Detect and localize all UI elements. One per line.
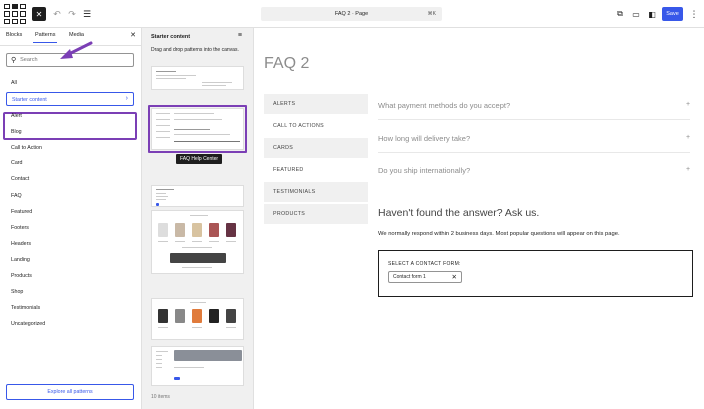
- annotation-highlight-box: [3, 112, 137, 140]
- contact-form-block[interactable]: SELECT A CONTACT FORM: Contact form 1 ✕: [378, 250, 693, 297]
- category-testimonials[interactable]: Testimonials: [11, 305, 40, 311]
- document-title: FAQ 2 · Page: [334, 11, 369, 17]
- pattern-count: 10 items: [151, 394, 170, 400]
- document-bar[interactable]: FAQ 2 · Page ⌘K: [261, 7, 442, 21]
- tab-patterns[interactable]: Patterns: [32, 32, 59, 43]
- undo-icon[interactable]: ↶: [50, 7, 64, 21]
- contact-form-value: Contact form 1: [393, 274, 426, 280]
- cta-heading[interactable]: Haven't found the answer? Ask us.: [378, 207, 539, 219]
- patterns-description: Drag and drop patterns into the canvas.: [151, 47, 239, 53]
- category-products[interactable]: Products: [11, 273, 32, 279]
- faq-nav-item[interactable]: CALL TO ACTIONS: [264, 116, 368, 136]
- category-shop[interactable]: Shop: [11, 289, 23, 295]
- patterns-list-panel: Starter content ≡ Drag and drop patterns…: [142, 28, 254, 409]
- clear-icon[interactable]: ✕: [452, 273, 457, 281]
- plus-icon[interactable]: +: [686, 101, 690, 108]
- pattern-preview-landing[interactable]: [151, 346, 244, 386]
- category-featured[interactable]: Featured: [11, 209, 32, 215]
- category-blog[interactable]: Blog: [11, 129, 22, 135]
- redo-icon[interactable]: ↷: [65, 7, 79, 21]
- block-inserter-panel: Blocks Patterns Media ✕ ⚲ All Starter co…: [0, 28, 142, 409]
- site-logo-icon[interactable]: [2, 2, 26, 26]
- plus-icon[interactable]: +: [686, 166, 690, 173]
- view-page-icon[interactable]: ⧉: [614, 7, 626, 21]
- category-call-to-action[interactable]: Call to Action: [11, 145, 42, 151]
- list-view-icon[interactable]: ☰: [80, 7, 94, 21]
- cta-paragraph[interactable]: We normally respond within 2 business da…: [378, 231, 620, 237]
- search-icon: ⚲: [11, 57, 17, 64]
- category-alert[interactable]: Alert: [11, 113, 22, 119]
- annotation-highlight-box: [148, 105, 247, 153]
- category-all[interactable]: All: [11, 80, 17, 86]
- category-contact[interactable]: Contact: [11, 176, 29, 182]
- faq-nav-item[interactable]: FEATURED: [264, 160, 368, 180]
- faq-question[interactable]: What payment methods do you accept?: [378, 101, 510, 110]
- pattern-preview[interactable]: [151, 185, 244, 207]
- faq-nav-item[interactable]: TESTIMONIALS: [264, 182, 368, 202]
- editor-canvas: FAQ 2 ALERTS CALL TO ACTIONS CARDS FEATU…: [254, 28, 704, 409]
- category-footers[interactable]: Footers: [11, 225, 29, 231]
- faq-nav-item[interactable]: PRODUCTS: [264, 204, 368, 224]
- pattern-preview-products[interactable]: [151, 210, 244, 274]
- patterns-panel-title: Starter content: [151, 34, 191, 40]
- close-icon[interactable]: ✕: [130, 31, 136, 39]
- category-uncategorized[interactable]: Uncategorized: [11, 321, 45, 327]
- tab-media[interactable]: Media: [69, 32, 84, 38]
- page-title[interactable]: FAQ 2: [264, 55, 309, 73]
- faq-question[interactable]: Do you ship internationally?: [378, 166, 470, 175]
- category-starter-content[interactable]: Starter content ›: [6, 92, 134, 106]
- chevron-right-icon: ›: [125, 95, 128, 102]
- more-options-icon[interactable]: ⋮: [689, 7, 699, 21]
- pattern-tooltip: FAQ Help Center: [176, 154, 223, 164]
- command-shortcut: ⌘K: [427, 11, 436, 17]
- contact-form-select[interactable]: Contact form 1 ✕: [388, 271, 462, 283]
- annotation-arrow-icon: [60, 41, 93, 59]
- divider: [378, 152, 690, 153]
- category-headers[interactable]: Headers: [11, 241, 31, 247]
- contact-form-label: SELECT A CONTACT FORM:: [388, 261, 461, 267]
- faq-question[interactable]: How long will delivery take?: [378, 134, 470, 143]
- plus-icon[interactable]: +: [686, 134, 690, 141]
- category-label: Starter content: [12, 96, 47, 103]
- pattern-preview-products-grid[interactable]: [151, 298, 244, 340]
- filter-icon[interactable]: ≡: [238, 32, 242, 39]
- category-card[interactable]: Card: [11, 160, 22, 166]
- close-inserter-icon[interactable]: ✕: [32, 7, 46, 21]
- divider: [378, 119, 690, 120]
- category-landing[interactable]: Landing: [11, 257, 30, 263]
- faq-nav-item[interactable]: ALERTS: [264, 94, 368, 114]
- device-preview-icon[interactable]: ▭: [630, 7, 642, 21]
- faq-nav-item[interactable]: CARDS: [264, 138, 368, 158]
- category-faq[interactable]: FAQ: [11, 193, 22, 199]
- explore-all-patterns-button[interactable]: Explore all patterns: [6, 384, 134, 400]
- tab-blocks[interactable]: Blocks: [6, 32, 22, 38]
- editor-top-bar: ✕ ↶ ↷ ☰ FAQ 2 · Page ⌘K ⧉ ▭ ◧ Save ⋮: [0, 0, 704, 28]
- settings-sidebar-icon[interactable]: ◧: [646, 7, 658, 21]
- pattern-preview[interactable]: [151, 66, 244, 90]
- save-button[interactable]: Save: [662, 7, 683, 21]
